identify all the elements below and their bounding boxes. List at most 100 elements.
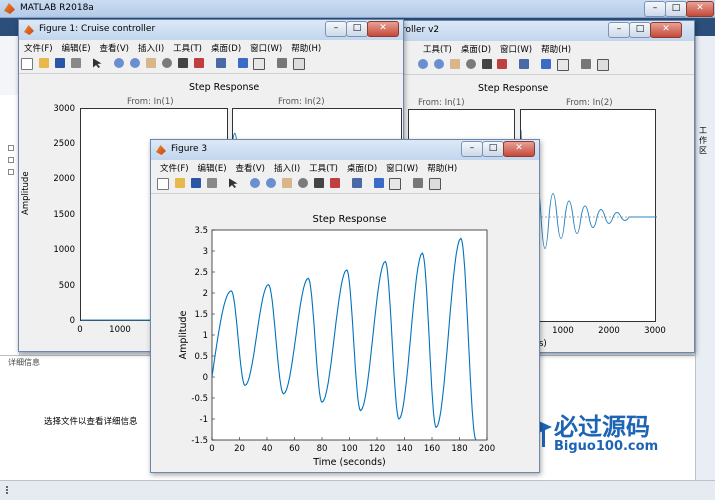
zoom-out-icon[interactable] — [433, 59, 444, 69]
save-icon[interactable] — [54, 58, 65, 68]
pan-icon[interactable] — [449, 59, 460, 69]
figure-1-menubar: 文件(F) 编辑(E) 查看(V) 插入(I) 工具(T) 桌面(D) 窗口(W) 帮助(H) — [19, 40, 403, 55]
axes-box — [211, 229, 488, 441]
figure-3-title-bar: Figure 3 – □ ✕ — [151, 140, 539, 160]
pointer-icon[interactable] — [228, 178, 238, 188]
matlab-logo-icon — [156, 145, 166, 155]
figure-1-xtick: 1000 — [109, 325, 131, 335]
new-figure-icon[interactable] — [157, 178, 169, 190]
hide-plot-tools-icon[interactable] — [277, 58, 288, 68]
show-plot-tools-icon[interactable] — [293, 58, 306, 70]
menu-item[interactable]: 工具(T) — [304, 160, 342, 174]
open-file-icon[interactable] — [174, 178, 185, 188]
print-icon[interactable] — [70, 58, 81, 68]
close-button[interactable]: ✕ — [503, 141, 535, 157]
menu-item[interactable]: 查看(V) — [95, 40, 133, 54]
close-button[interactable]: ✕ — [367, 21, 399, 37]
colorbar-icon[interactable] — [237, 58, 248, 68]
pointer-icon[interactable] — [92, 58, 102, 68]
maximize-button[interactable]: □ — [629, 22, 651, 38]
minimize-button[interactable]: – — [644, 1, 666, 17]
rotate-icon[interactable] — [162, 58, 172, 68]
minimize-button[interactable]: – — [325, 21, 347, 37]
menu-item[interactable]: 文件(F) — [155, 160, 193, 174]
minimize-button[interactable]: – — [608, 22, 630, 38]
maximize-button[interactable]: □ — [665, 1, 687, 17]
expand-icon[interactable] — [8, 157, 14, 163]
menu-item[interactable]: 插入(I) — [133, 40, 168, 54]
figure-1-col1-label: From: In(1) — [127, 97, 174, 107]
new-figure-icon[interactable] — [21, 58, 33, 70]
close-button[interactable]: ✕ — [686, 1, 714, 17]
pan-icon[interactable] — [282, 178, 293, 188]
figure-window-3[interactable]: Figure 3 – □ ✕ 文件(F) 编辑(E) 查看(V) 插入(I) 工具(T)… — [150, 139, 540, 473]
maximize-button[interactable]: □ — [482, 141, 504, 157]
menu-item[interactable]: 窗口(W) — [495, 41, 536, 55]
menu-item[interactable]: 编辑(E) — [193, 160, 231, 174]
legend-icon[interactable] — [253, 58, 266, 70]
expand-icon[interactable] — [8, 169, 14, 175]
status-grip-icon — [6, 486, 16, 494]
zoom-out-icon[interactable] — [266, 178, 277, 188]
maximize-button[interactable]: □ — [346, 21, 368, 37]
hide-plot-tools-icon[interactable] — [580, 59, 591, 69]
legend-icon[interactable] — [389, 178, 402, 190]
show-plot-tools-icon[interactable] — [429, 178, 442, 190]
menu-item[interactable]: 窗口(W) — [381, 160, 422, 174]
zoom-in-icon[interactable] — [114, 58, 125, 68]
y-tick-label: -1 — [200, 415, 208, 425]
figure-1-title: Figure 1: Cruise controller — [39, 24, 156, 34]
menu-item[interactable]: 帮助(H) — [536, 41, 575, 55]
zoom-in-icon[interactable] — [418, 59, 428, 69]
menu-item[interactable]: 编辑(E) — [57, 40, 95, 54]
print-icon[interactable] — [206, 178, 217, 188]
figure-2-menubar: 工具(T) 桌面(D) 窗口(W) 帮助(H) — [398, 41, 694, 56]
figure-1-ytick: 2500 — [53, 139, 75, 149]
figure-1-toolbar — [19, 55, 403, 74]
y-tick-label: 1 — [203, 331, 208, 341]
workspace-tab-label[interactable]: 工作区 — [699, 126, 711, 156]
show-plot-tools-icon[interactable] — [596, 59, 609, 71]
minimize-button[interactable]: – — [461, 141, 483, 157]
menu-item[interactable]: 桌面(D) — [342, 160, 381, 174]
rotate-icon[interactable] — [465, 59, 476, 69]
status-bar — [0, 480, 715, 500]
link-icon[interactable] — [351, 178, 362, 188]
x-tick-label: 80 — [317, 444, 328, 454]
open-file-icon[interactable] — [38, 58, 49, 68]
menu-item[interactable]: 帮助(H) — [422, 160, 461, 174]
expand-icon[interactable] — [8, 145, 14, 151]
colorbar-icon[interactable] — [373, 178, 384, 188]
menu-item[interactable]: 查看(V) — [231, 160, 269, 174]
legend-icon[interactable] — [557, 59, 569, 71]
rotate-icon[interactable] — [298, 178, 308, 188]
brush-icon[interactable] — [329, 178, 340, 188]
brush-icon[interactable] — [193, 58, 204, 68]
brush-icon[interactable] — [497, 59, 508, 69]
menu-item[interactable]: 帮助(H) — [286, 40, 325, 54]
menu-item[interactable]: 插入(I) — [269, 160, 304, 174]
figure-1-plot-title: Step Response — [189, 82, 260, 93]
menu-item[interactable]: 工具(T) — [168, 40, 206, 54]
link-icon[interactable] — [215, 58, 226, 68]
step-response-chart[interactable]: Step Response Time (seconds) Amplitude 3.5 3… — [151, 194, 539, 472]
data-cursor-icon[interactable] — [313, 178, 324, 188]
pan-icon[interactable] — [146, 58, 157, 68]
figure-2-xtick: 1000 — [552, 326, 574, 336]
menu-item[interactable]: 桌面(D) — [206, 40, 245, 54]
hide-plot-tools-icon[interactable] — [413, 178, 424, 188]
current-folder-panel[interactable] — [0, 95, 20, 355]
menu-item[interactable]: 工具(T) — [418, 41, 456, 55]
link-icon[interactable] — [519, 59, 530, 69]
zoom-out-icon[interactable] — [130, 58, 141, 68]
data-cursor-icon[interactable] — [481, 59, 492, 69]
zoom-in-icon[interactable] — [250, 178, 261, 188]
data-cursor-icon[interactable] — [177, 58, 188, 68]
save-icon[interactable] — [190, 178, 201, 188]
menu-item[interactable]: 桌面(D) — [456, 41, 495, 55]
menu-item[interactable]: 文件(F) — [19, 40, 57, 54]
close-button[interactable]: ✕ — [650, 22, 682, 38]
colorbar-icon[interactable] — [541, 59, 552, 69]
figure-2-axes-right[interactable] — [520, 109, 657, 322]
menu-item[interactable]: 窗口(W) — [245, 40, 286, 54]
